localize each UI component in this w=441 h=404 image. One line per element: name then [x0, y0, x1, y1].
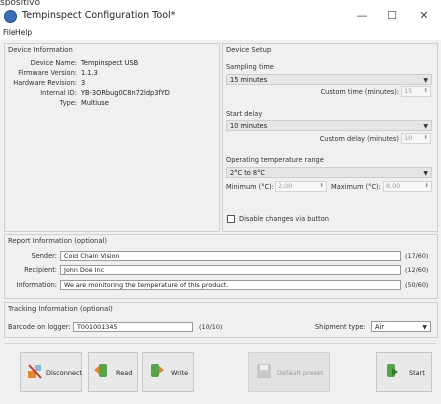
- firmware-version-label: Firmware Version:: [18, 69, 77, 77]
- custom-time-value: 15: [404, 87, 413, 95]
- start-delay-value: 10 minutes: [230, 122, 268, 130]
- type-value: Multiuse: [81, 99, 109, 107]
- information-input[interactable]: We are monitoring the temperature of thi…: [60, 280, 401, 290]
- menu-bar: File Help: [0, 27, 441, 39]
- disconnect-plug-icon: [28, 364, 42, 379]
- spin-arrows-icon: ⬍: [319, 183, 324, 189]
- close-button[interactable]: ✕: [412, 8, 436, 24]
- shipment-type-select[interactable]: Air ▼: [371, 321, 431, 332]
- custom-delay-label: Custom delay (minutes): [319, 135, 399, 143]
- maximum-temp-spinbox[interactable]: 8,00 ⬍: [383, 181, 432, 192]
- read-logger-icon: [94, 364, 107, 377]
- read-label: Read: [116, 369, 133, 377]
- recipient-char-count: (12/60): [405, 266, 429, 274]
- start-delay-select[interactable]: 10 minutes ▼: [226, 120, 432, 131]
- chevron-down-icon: ▼: [423, 77, 428, 84]
- custom-delay-value: 10: [404, 134, 413, 142]
- recipient-input[interactable]: John Doe Inc: [60, 265, 401, 275]
- minimum-temp-spinbox[interactable]: 2,00 ⬍: [275, 181, 327, 192]
- report-information-title: Report Information (optional): [8, 237, 108, 245]
- write-button[interactable]: Write: [142, 352, 194, 392]
- button-separator: [4, 343, 436, 344]
- maximize-button[interactable]: ☐: [380, 8, 404, 24]
- temp-range-label: Operating temperature range: [226, 156, 324, 164]
- barcode-input[interactable]: T001001345: [73, 322, 193, 332]
- minimum-temp-label: Minimum (°C):: [226, 183, 274, 191]
- internal-id-label: Internal ID:: [40, 89, 77, 97]
- device-setup-title: Device Setup: [226, 46, 272, 54]
- sender-label: Sender:: [31, 252, 57, 260]
- shipment-type-value: Air: [375, 323, 385, 331]
- sender-char-count: (17/60): [405, 252, 429, 260]
- spin-arrows-icon: ⬍: [424, 183, 429, 189]
- start-delay-label: Start delay: [226, 110, 263, 118]
- maximum-temp-value: 8,00: [386, 182, 401, 190]
- sampling-time-label: Sampling time: [226, 63, 274, 71]
- chevron-down-icon: ▼: [422, 324, 427, 331]
- shipment-type-label: Shipment type:: [315, 323, 366, 331]
- minimize-button[interactable]: —: [350, 8, 374, 24]
- menu-file[interactable]: File: [3, 28, 16, 37]
- spin-arrows-icon: ⬍: [423, 88, 428, 94]
- write-logger-icon: [151, 364, 164, 377]
- tracking-information-title: Tracking Information (optional): [8, 305, 113, 313]
- custom-time-spinbox[interactable]: 15 ⬍: [401, 86, 431, 97]
- device-information-title: Device Information: [8, 46, 73, 54]
- barcode-char-count: (10/10): [199, 323, 223, 331]
- chevron-down-icon: ▼: [423, 170, 428, 177]
- device-information-group: Device Information Device Name: Tempinsp…: [4, 43, 220, 232]
- sender-input[interactable]: Cold Chain Vision: [60, 251, 401, 261]
- sampling-time-value: 15 minutes: [230, 76, 268, 84]
- hardware-revision-value: 3: [81, 79, 86, 87]
- spin-arrows-icon: ⬍: [423, 135, 428, 141]
- recipient-label: Recipient:: [24, 266, 57, 274]
- default-preset-button[interactable]: Default preset: [248, 352, 330, 392]
- temp-range-select[interactable]: 2°C to 8°C ▼: [226, 167, 432, 178]
- barcode-label: Barcode on logger:: [8, 323, 71, 331]
- temp-range-value: 2°C to 8°C: [230, 169, 266, 177]
- device-setup-group: Device Setup Sampling time 15 minutes ▼ …: [222, 43, 438, 232]
- start-label: Start: [409, 369, 425, 377]
- default-preset-label: Default preset: [277, 369, 324, 377]
- window-title: Tempinspect Configuration Tool*: [22, 10, 176, 21]
- read-button[interactable]: Read: [88, 352, 138, 392]
- custom-delay-spinbox[interactable]: 10 ⬍: [401, 133, 431, 144]
- menu-help[interactable]: Help: [15, 28, 32, 37]
- tracking-information-group: Tracking Information (optional) Barcode …: [4, 302, 438, 338]
- maximum-temp-label: Maximum (°C):: [331, 183, 381, 191]
- chevron-down-icon: ▼: [423, 123, 428, 130]
- start-button[interactable]: Start: [376, 352, 432, 392]
- save-disk-icon: [257, 364, 271, 378]
- minimum-temp-value: 2,00: [278, 182, 293, 190]
- sampling-time-select[interactable]: 15 minutes ▼: [226, 74, 432, 85]
- custom-time-label: Custom time (minutes):: [320, 88, 399, 96]
- firmware-version-value: 1.1.3: [81, 69, 98, 77]
- disconnect-label: Disconnect: [46, 369, 83, 377]
- information-char-count: (50/60): [405, 281, 429, 289]
- internal-id-value: YB-3ORbug0C8n72ldp3fYD: [81, 89, 170, 97]
- hardware-revision-label: Hardware Revision:: [13, 79, 77, 87]
- information-label: Information:: [16, 281, 57, 289]
- type-label: Type:: [59, 99, 77, 107]
- device-name-value: Tempinspect USB: [81, 59, 139, 67]
- disconnect-button[interactable]: Disconnect: [20, 352, 82, 392]
- start-logger-icon: [387, 364, 398, 377]
- device-name-label: Device Name:: [30, 59, 77, 67]
- report-information-group: Report Information (optional) Sender: Co…: [4, 234, 438, 299]
- write-label: Write: [171, 369, 189, 377]
- app-icon: [4, 10, 17, 23]
- title-bar: Tempinspect Configuration Tool* — ☐ ✕: [0, 6, 441, 26]
- disable-changes-checkbox[interactable]: [227, 215, 235, 223]
- disable-changes-label: Disable changes via button: [239, 215, 329, 223]
- main-client-area: Device Information Device Name: Tempinsp…: [0, 40, 441, 404]
